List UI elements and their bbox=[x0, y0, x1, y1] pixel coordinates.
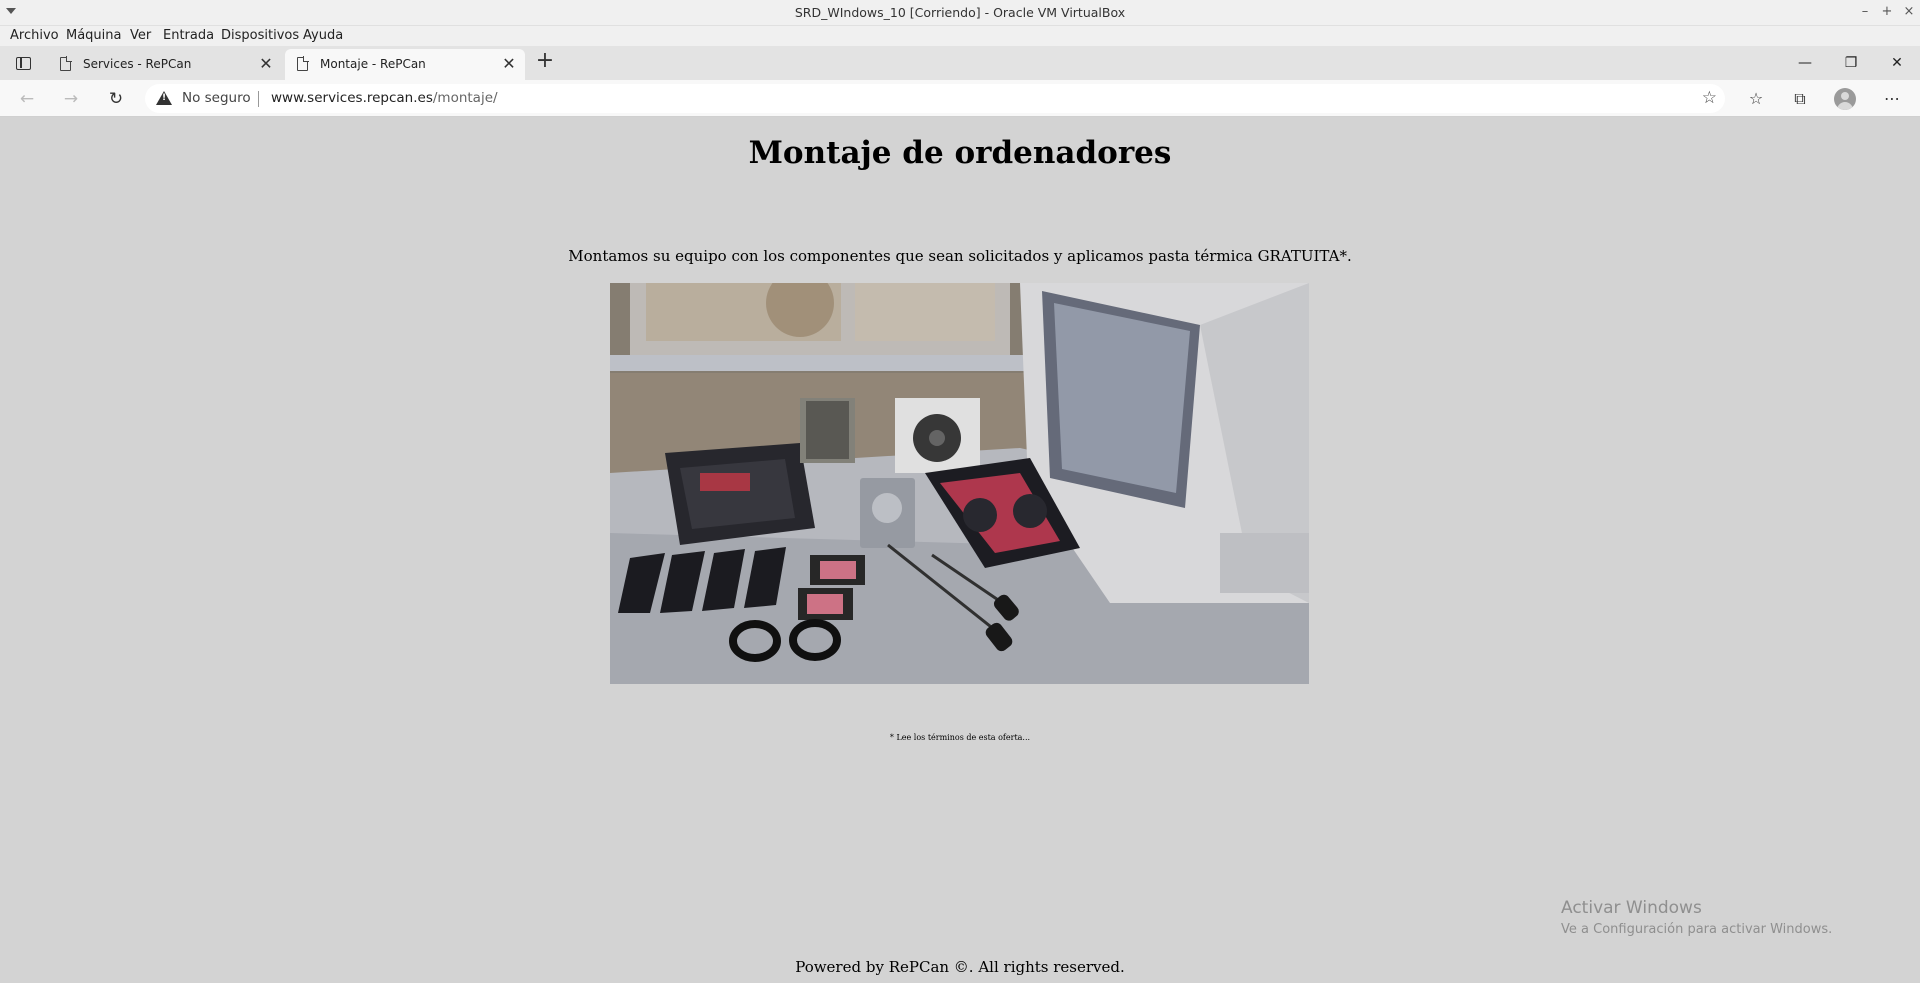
vm-menu-dispositivos[interactable]: Dispositivos bbox=[221, 28, 299, 43]
intro-text: Montamos su equipo con los componentes q… bbox=[568, 247, 1352, 265]
offer-terms-note: * Lee los términos de esta oferta... bbox=[889, 733, 1031, 742]
windows-activation-watermark: Activar Windows Ve a Configuración para … bbox=[1561, 898, 1832, 937]
minimize-button[interactable]: — bbox=[1790, 51, 1820, 75]
page-icon bbox=[60, 56, 72, 71]
activation-title: Activar Windows bbox=[1561, 898, 1702, 918]
tab-services[interactable]: Services - RePCan ✕ bbox=[48, 49, 282, 80]
add-favorite-icon[interactable]: ☆ bbox=[1702, 88, 1717, 108]
close-tab-icon[interactable]: ✕ bbox=[499, 54, 519, 74]
browser-tab-strip: Services - RePCan ✕ Montaje - RePCan ✕ +… bbox=[0, 46, 1920, 80]
restore-button[interactable]: ❐ bbox=[1836, 51, 1866, 75]
collections-icon[interactable]: ⧉ bbox=[1787, 86, 1813, 112]
url-path: /montaje/ bbox=[432, 90, 498, 106]
url-text[interactable]: www.services.repcan.es/montaje/ bbox=[271, 90, 498, 106]
vm-menu-maquina[interactable]: Máquina bbox=[66, 28, 122, 43]
new-tab-button[interactable]: + bbox=[533, 50, 557, 74]
vm-menu-bar: Archivo Máquina Ver Entrada Dispositivos… bbox=[0, 26, 1920, 46]
vm-menu-ayuda[interactable]: Ayuda bbox=[303, 28, 343, 43]
vm-menu-archivo[interactable]: Archivo bbox=[10, 28, 59, 43]
vm-close-button[interactable]: × bbox=[1900, 3, 1918, 21]
security-indicator[interactable]: No seguro bbox=[182, 90, 251, 106]
divider bbox=[258, 91, 259, 107]
url-host: www.services.repcan.es bbox=[271, 90, 433, 106]
vm-minimize-button[interactable]: – bbox=[1856, 3, 1874, 21]
vm-maximize-button[interactable]: + bbox=[1878, 3, 1896, 21]
page-icon bbox=[297, 56, 309, 71]
web-page: Montaje de ordenadores Montamos su equip… bbox=[0, 117, 1920, 983]
activation-subtitle: Ve a Configuración para activar Windows. bbox=[1561, 922, 1833, 937]
forward-icon[interactable]: → bbox=[58, 86, 84, 112]
close-tab-icon[interactable]: ✕ bbox=[256, 54, 276, 74]
tab-label: Montaje - RePCan bbox=[320, 57, 426, 71]
vm-title-bar: SRD_WIndows_10 [Corriendo] - Oracle VM V… bbox=[0, 0, 1920, 26]
address-bar[interactable]: No seguro www.services.repcan.es/montaje… bbox=[145, 84, 1725, 113]
more-icon[interactable]: ⋯ bbox=[1879, 86, 1905, 112]
browser-toolbar: ← → ↻ No seguro www.services.repcan.es/m… bbox=[0, 80, 1920, 117]
vm-menu-entrada[interactable]: Entrada bbox=[163, 28, 214, 43]
warning-icon[interactable] bbox=[156, 91, 172, 105]
assembly-photo bbox=[610, 283, 1309, 684]
tab-montaje[interactable]: Montaje - RePCan ✕ bbox=[285, 49, 525, 80]
page-footer: Powered by RePCan ©. All rights reserved… bbox=[795, 958, 1125, 976]
tab-label: Services - RePCan bbox=[83, 57, 192, 71]
vm-menu-ver[interactable]: Ver bbox=[130, 28, 151, 43]
page-title: Montaje de ordenadores bbox=[748, 135, 1172, 171]
tab-actions-icon[interactable] bbox=[12, 54, 36, 74]
profile-avatar[interactable] bbox=[1834, 88, 1856, 110]
close-window-button[interactable]: ✕ bbox=[1882, 51, 1912, 75]
back-icon[interactable]: ← bbox=[14, 86, 40, 112]
favorites-icon[interactable]: ☆ bbox=[1743, 86, 1769, 112]
vm-window-title: SRD_WIndows_10 [Corriendo] - Oracle VM V… bbox=[794, 5, 1126, 20]
refresh-icon[interactable]: ↻ bbox=[103, 86, 129, 112]
